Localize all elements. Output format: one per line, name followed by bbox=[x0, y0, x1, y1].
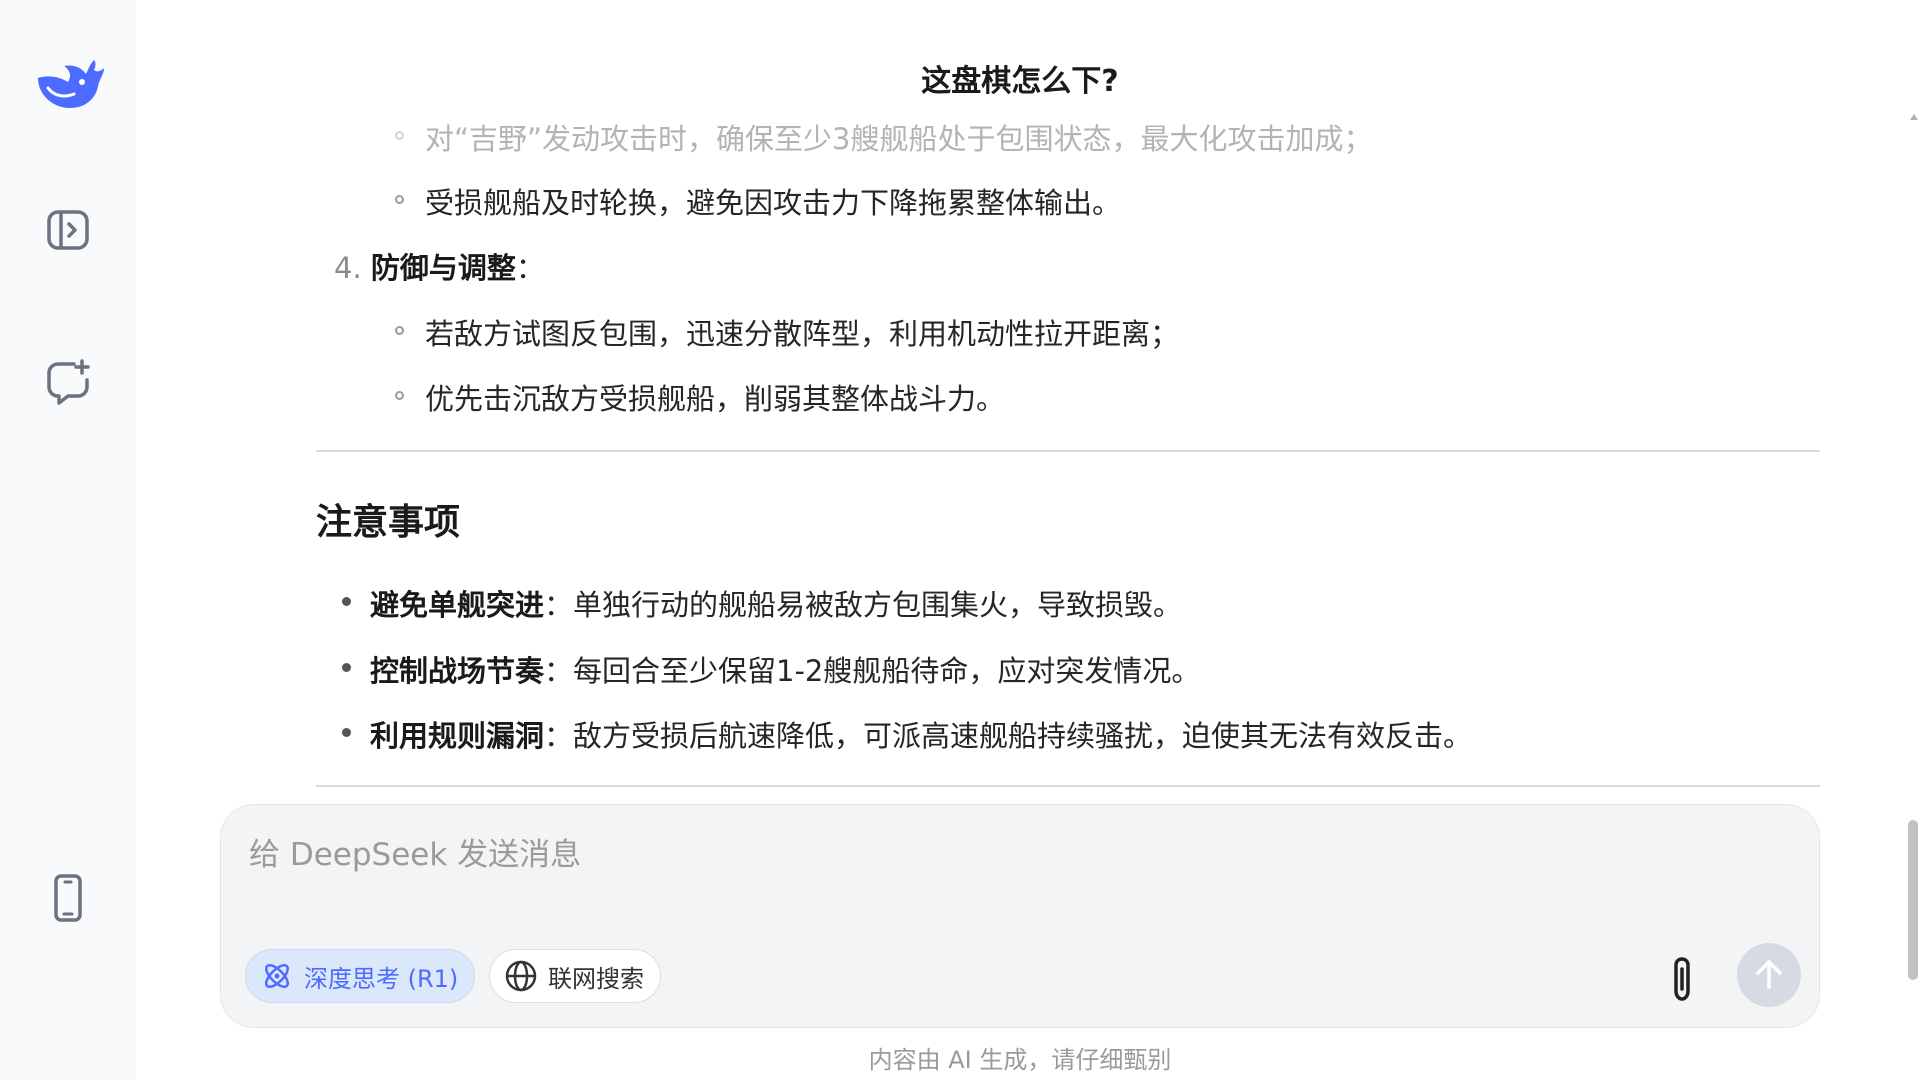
list-item-text: ：敌方受损后航速降低，可派高速舰船持续骚扰，迫使其无法有效反击。 bbox=[544, 719, 1473, 753]
arrow-up-icon bbox=[1756, 960, 1782, 989]
list-item-bold: 避免单舰突进 bbox=[370, 588, 545, 622]
list-bullet bbox=[395, 326, 404, 335]
send-button[interactable] bbox=[1737, 943, 1801, 1007]
sidebar-open-icon bbox=[47, 210, 89, 250]
deep-think-button[interactable]: 深度思考 (R1) bbox=[245, 949, 476, 1003]
scroll-up-arrow[interactable] bbox=[1910, 114, 1918, 120]
conversation-title: 这盘棋怎么下? bbox=[921, 64, 1119, 99]
list-item-text: ：每回合至少保留1-2艘舰船待命，应对突发情况。 bbox=[544, 654, 1201, 688]
ai-disclaimer: 内容由 AI 生成，请仔细甄别 bbox=[868, 1046, 1172, 1074]
web-search-button[interactable]: 联网搜索 bbox=[489, 949, 661, 1003]
list-item: 对“吉野”发动攻击时，确保至少3艘舰船处于包围状态，最大化攻击加成； bbox=[425, 122, 1373, 156]
list-item: 受损舰船及时轮换，避免因攻击力下降拖累整体输出。 bbox=[425, 186, 1122, 220]
paperclip-icon bbox=[1674, 957, 1690, 1001]
mobile-phone-icon bbox=[54, 874, 82, 922]
list-item-text: ：单独行动的舰船易被敌方包围集火，导致损毁。 bbox=[544, 588, 1183, 622]
mobile-app-button[interactable] bbox=[42, 872, 94, 924]
globe-icon bbox=[505, 960, 537, 992]
list-item: 优先击沉敌方受损舰船，削弱其整体战斗力。 bbox=[425, 382, 1006, 416]
list-item: 避免单舰突进：单独行动的舰船易被敌方包围集火，导致损毁。 bbox=[370, 582, 1182, 624]
list-item: 若敌方试图反包围，迅速分散阵型，利用机动性拉开距离； bbox=[425, 317, 1180, 351]
scroll-thumb[interactable] bbox=[1908, 820, 1918, 980]
section-title: 防御与调整 bbox=[370, 251, 516, 285]
list-bullet bbox=[395, 131, 404, 140]
chat-input-box: 深度思考 (R1) 联网搜索 bbox=[220, 804, 1820, 1028]
sidebar bbox=[0, 0, 136, 1080]
scrollbar[interactable] bbox=[1906, 110, 1920, 1080]
divider bbox=[316, 785, 1820, 787]
list-bullet bbox=[342, 597, 351, 606]
list-number: 4. bbox=[334, 251, 362, 285]
atom-icon bbox=[264, 963, 290, 989]
numbered-item-4: 4. 防御与调整： bbox=[334, 245, 545, 287]
list-bullet bbox=[342, 728, 351, 737]
deepseek-whale-icon[interactable] bbox=[34, 56, 106, 112]
divider bbox=[316, 450, 1820, 452]
message-input[interactable] bbox=[247, 829, 1751, 881]
list-bullet bbox=[395, 195, 404, 204]
list-bullet bbox=[342, 663, 351, 672]
list-item: 利用规则漏洞：敌方受损后航速降低，可派高速舰船持续骚扰，迫使其无法有效反击。 bbox=[370, 713, 1472, 755]
section-colon: ： bbox=[515, 251, 545, 285]
attach-button[interactable] bbox=[1659, 953, 1707, 1007]
deep-think-label: 深度思考 (R1) bbox=[304, 964, 459, 993]
section-heading: 注意事项 bbox=[316, 502, 461, 543]
list-item-bold: 控制战场节奏 bbox=[370, 654, 545, 688]
list-item: 控制战场节奏：每回合至少保留1-2艘舰船待命，应对突发情况。 bbox=[370, 648, 1200, 690]
web-search-label: 联网搜索 bbox=[548, 964, 644, 993]
new-chat-icon bbox=[47, 359, 90, 405]
list-bullet bbox=[395, 391, 404, 400]
new-chat-button[interactable] bbox=[42, 356, 94, 408]
sidebar-open-button[interactable] bbox=[42, 204, 94, 256]
list-item-bold: 利用规则漏洞 bbox=[370, 719, 545, 753]
